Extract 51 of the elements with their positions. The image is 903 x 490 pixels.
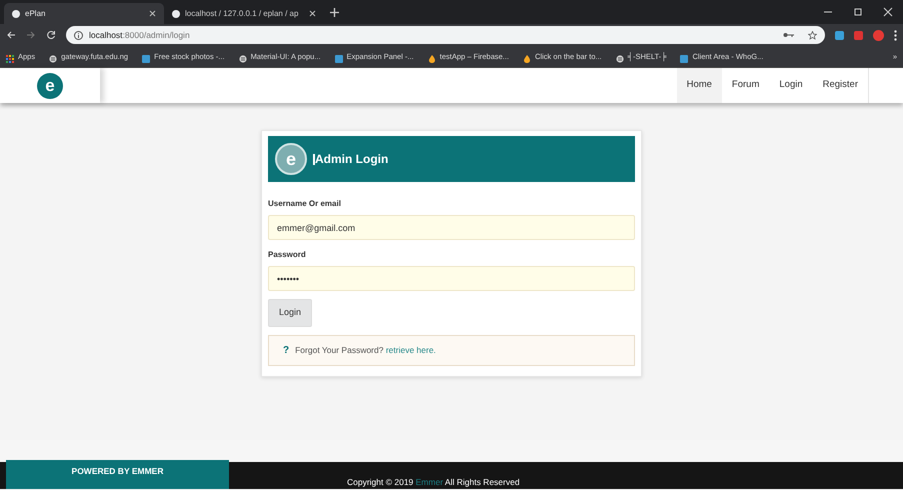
reload-icon[interactable] [46, 30, 56, 40]
browser-tab[interactable]: ePlan [4, 3, 164, 24]
tab-title: ePlan [25, 8, 46, 20]
menu-icon[interactable] [894, 30, 897, 40]
flame-icon [428, 52, 436, 60]
key-icon[interactable] [783, 32, 794, 38]
tab-favicon [12, 10, 20, 18]
field-label: Password [268, 249, 307, 261]
square-icon [142, 52, 150, 60]
extension-icon[interactable] [854, 30, 863, 40]
text-cursor [313, 154, 315, 164]
input-field[interactable]: emmer@gmail.com [268, 215, 635, 240]
grid-icon [6, 52, 14, 60]
profile-icon[interactable] [873, 30, 884, 40]
globe-icon [616, 52, 624, 60]
brand-link[interactable]: Emmer [416, 477, 444, 487]
flame-icon [522, 52, 531, 60]
close-icon[interactable] [149, 10, 156, 17]
square-icon [680, 52, 688, 60]
help-text: Forgot Your Password? retrieve here. [295, 344, 436, 356]
info-icon [74, 30, 83, 40]
copyright-text: Copyright © 2019 Emmer All Rights Reserved [347, 476, 520, 489]
globe-icon [238, 52, 247, 60]
question-icon: ? [283, 342, 290, 358]
nav-link[interactable]: Login [769, 68, 813, 103]
star-icon[interactable] [808, 30, 817, 40]
powered-by-banner: POWERED BY EMMER [6, 460, 229, 489]
browser-tab[interactable]: localhost / 127.0.0.1 / eplan / ap [164, 3, 324, 24]
nav-link[interactable]: Register [812, 68, 868, 103]
restore-icon[interactable] [853, 7, 863, 17]
square-icon [334, 52, 343, 60]
tab-favicon [172, 10, 180, 18]
card-title: Admin Login [315, 151, 388, 168]
new-tab-icon[interactable] [330, 8, 339, 16]
retrieve-link[interactable]: retrieve here. [386, 344, 436, 355]
app-logo[interactable]: e [37, 72, 63, 98]
back-icon[interactable] [6, 30, 16, 40]
address-bar[interactable]: localhost:8000/admin/login [66, 26, 825, 44]
close-icon[interactable] [883, 7, 893, 17]
close-icon[interactable] [309, 10, 316, 17]
globe-icon [49, 52, 58, 60]
nav-link[interactable]: Forum [722, 68, 770, 103]
input-field[interactable]: ••••••• [268, 266, 635, 291]
forward-icon[interactable] [26, 30, 36, 40]
nav-link[interactable]: Home [676, 68, 722, 103]
tab-title: localhost / 127.0.0.1 / eplan / ap [185, 8, 298, 20]
app-logo: e [275, 143, 307, 175]
field-label: Username Or email [268, 198, 342, 210]
url-text: localhost:8000/admin/login [89, 28, 190, 42]
extension-icon[interactable] [835, 30, 844, 40]
login-button[interactable]: Login [268, 299, 312, 326]
